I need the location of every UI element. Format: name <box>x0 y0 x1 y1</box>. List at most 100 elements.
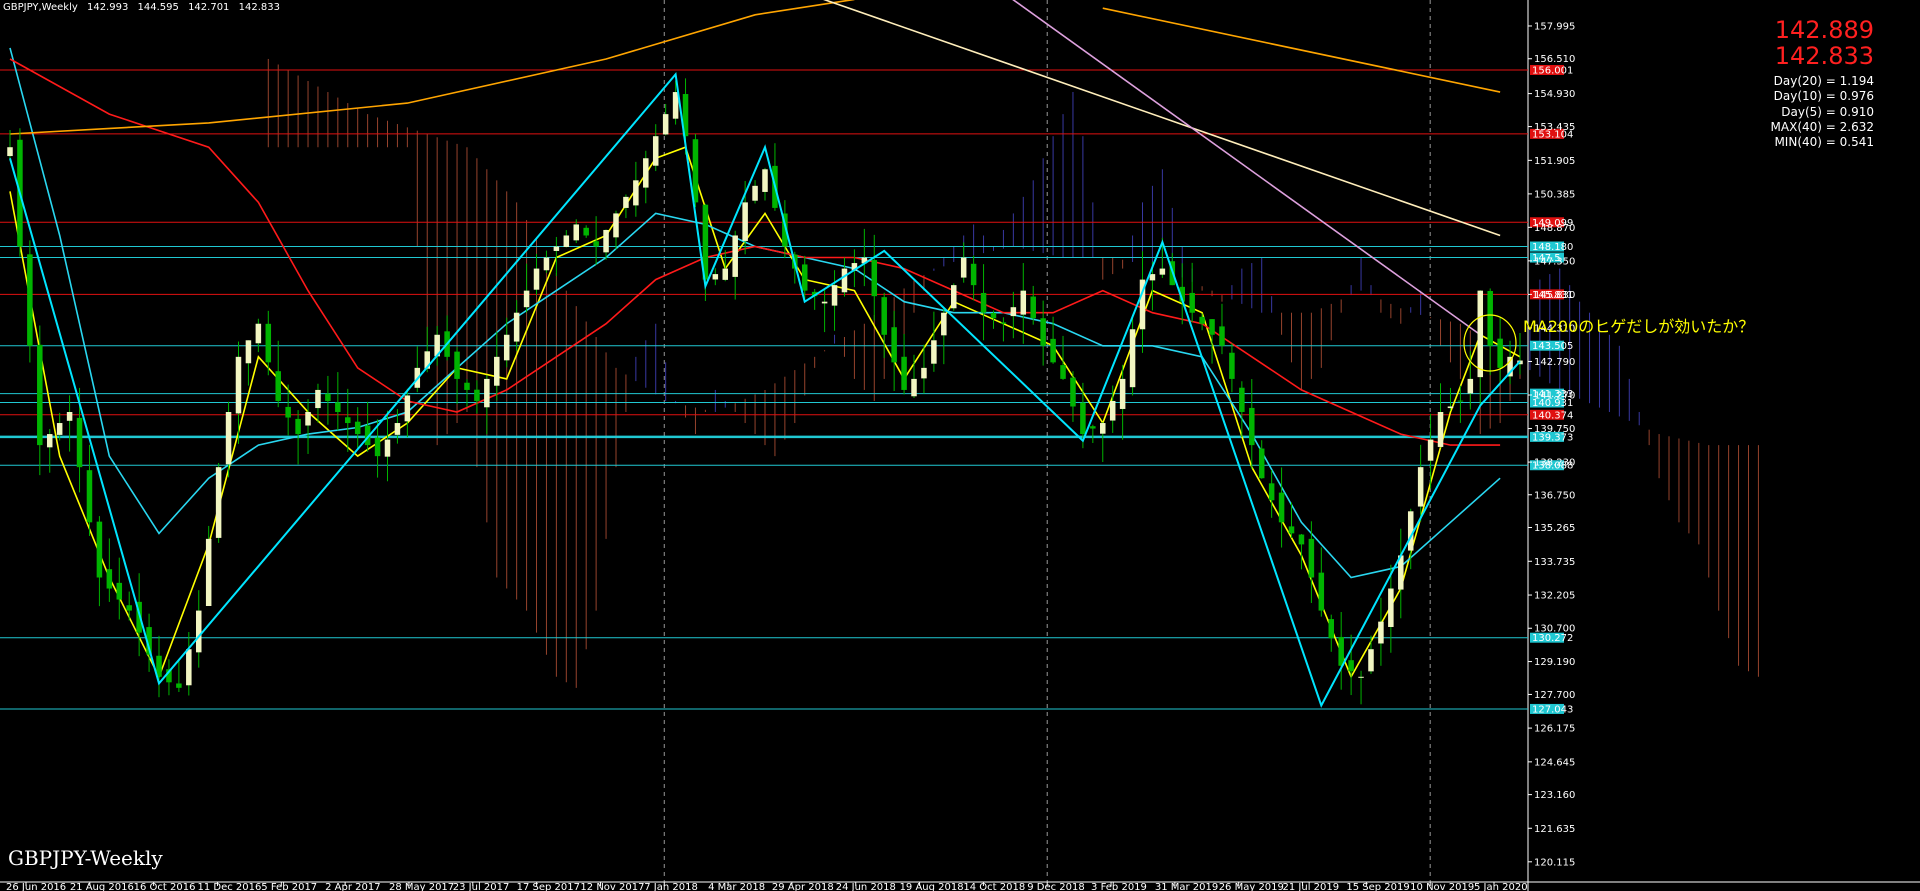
price-tick-label: 141.270 <box>1534 391 1575 402</box>
candle-body <box>722 268 729 280</box>
candle-body <box>672 92 679 119</box>
price-tick-label: 136.750 <box>1534 490 1575 501</box>
candle-body <box>1457 400 1464 402</box>
candle-body <box>245 340 252 364</box>
ohlc-open: 142.993 <box>86 2 129 13</box>
candle-body <box>1060 365 1066 379</box>
candle-body <box>96 521 103 578</box>
candle-body <box>742 202 748 241</box>
candle-body <box>523 290 530 308</box>
candle-body <box>1427 439 1434 461</box>
ask-price: 142.889 <box>1774 16 1874 44</box>
stat-min40: MIN(40) = 0.541 <box>1774 135 1874 150</box>
candle-body <box>1368 649 1374 672</box>
candle-body <box>1407 511 1414 551</box>
candle-body <box>1050 338 1056 363</box>
price-tick-label: 151.905 <box>1534 156 1575 167</box>
candle-body <box>315 389 321 409</box>
candle-body <box>1199 316 1205 324</box>
candle-body <box>494 356 500 386</box>
candle-body <box>394 423 401 435</box>
date-tick-label: 31 Mar 2019 <box>1155 882 1218 891</box>
candle-body <box>941 312 947 336</box>
candle-body <box>871 260 878 297</box>
date-tick-label: 3 Feb 2019 <box>1091 882 1147 891</box>
date-tick-label: 29 Apr 2018 <box>772 882 834 891</box>
candle-body <box>86 470 93 523</box>
candle-body <box>901 356 907 390</box>
candle-body <box>1149 274 1156 281</box>
candle-body <box>881 297 887 335</box>
price-tick-label: 142.790 <box>1534 357 1575 368</box>
candle-body <box>1308 538 1315 578</box>
candle-body <box>295 418 301 435</box>
candle-body <box>1030 296 1036 319</box>
price-tick-label: 156.510 <box>1534 54 1575 65</box>
price-tick-label: 132.205 <box>1534 591 1575 602</box>
date-tick-label: 5 Jan 2020 <box>1474 882 1528 891</box>
candle-body <box>603 229 609 253</box>
date-tick-label: 12 Nov 2017 <box>580 882 644 891</box>
candle-body <box>821 301 828 304</box>
candle-body <box>195 610 202 653</box>
price-tick-label: 121.635 <box>1534 824 1575 835</box>
candle-body <box>37 344 43 446</box>
candle-body <box>692 139 699 203</box>
candle-body <box>76 417 83 468</box>
candle-body <box>1070 377 1076 407</box>
candle-body <box>1100 423 1106 434</box>
price-chart[interactable]: 156.001153.104149.099148.180147.5145.831… <box>0 0 1920 891</box>
candle-body <box>1219 326 1225 346</box>
candle-body <box>891 327 897 363</box>
date-tick-label: 19 Aug 2018 <box>900 882 964 891</box>
candle-body <box>732 235 738 277</box>
candle-body <box>1447 406 1454 409</box>
date-tick-label: 17 Sep 2017 <box>517 882 580 891</box>
chart-header: GBPJPY,Weekly 142.993 144.595 142.701 14… <box>3 2 286 13</box>
candle-body <box>1288 526 1295 534</box>
level-price-label: 130.272 <box>1532 633 1573 644</box>
candle-body <box>950 285 957 309</box>
candle-body <box>116 582 123 600</box>
candle-body <box>533 268 540 290</box>
candle-body <box>921 367 927 379</box>
candle-body <box>1318 572 1325 611</box>
candle-body <box>66 412 73 421</box>
candle-body <box>1249 407 1255 446</box>
candle-body <box>335 402 341 413</box>
candle-body <box>325 393 331 401</box>
date-tick-label: 16 Oct 2016 <box>134 882 196 891</box>
candle-body <box>643 158 649 188</box>
symbol-label: GBPJPY,Weekly <box>3 2 78 13</box>
price-tick-label: 147.350 <box>1534 256 1575 267</box>
candle-body <box>285 406 291 418</box>
date-tick-label: 11 Dec 2016 <box>197 882 261 891</box>
candle-body <box>1268 483 1275 501</box>
candle-body <box>762 169 768 192</box>
candle-body <box>831 285 838 306</box>
candle-body <box>27 254 33 346</box>
level-price-label: 143.505 <box>1532 341 1573 352</box>
candle-body <box>1358 676 1364 678</box>
candle-body <box>255 323 262 344</box>
candle-body <box>484 378 490 408</box>
candle-body <box>345 417 351 424</box>
chart-annotation: MA200のヒゲだしが効いたか？ <box>1523 317 1755 336</box>
candle-body <box>205 538 212 606</box>
price-tick-label: 150.385 <box>1534 189 1575 200</box>
date-tick-label: 9 Dec 2018 <box>1027 882 1085 891</box>
ohlc-close: 142.833 <box>238 2 280 13</box>
candle-body <box>474 389 480 401</box>
candle-body <box>225 412 232 465</box>
candle-body <box>1348 660 1354 672</box>
candle-body <box>583 227 589 236</box>
candle-body <box>176 683 182 688</box>
date-tick-label: 21 Aug 2016 <box>70 882 134 891</box>
candle-body <box>752 185 758 201</box>
candle-body <box>931 340 937 364</box>
level-price-label: 156.001 <box>1532 65 1573 76</box>
price-tick-label: 126.175 <box>1534 724 1575 735</box>
stat-day10: Day(10) = 0.976 <box>1773 89 1874 104</box>
date-tick-label: 14 Oct 2018 <box>963 882 1025 891</box>
candle-body <box>652 136 659 166</box>
